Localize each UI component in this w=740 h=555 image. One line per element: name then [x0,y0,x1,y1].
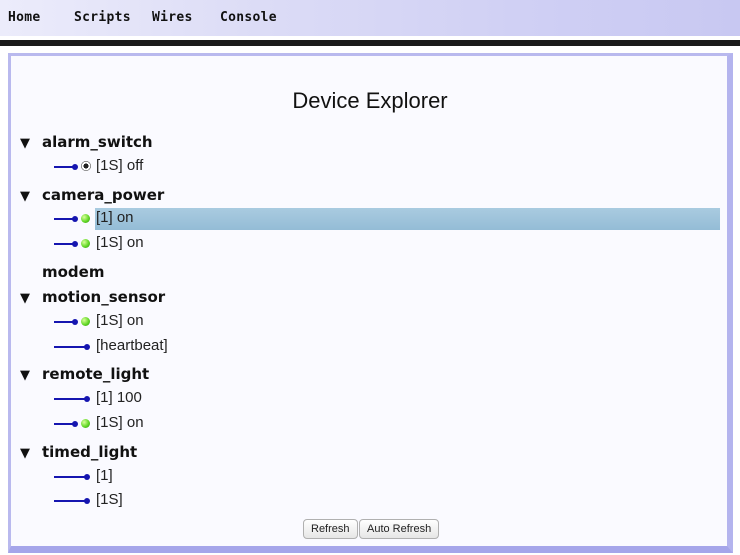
channel-label: [1] [96,467,113,484]
nav-divider-dark [0,40,740,46]
channel-row[interactable]: [1S] off [54,156,720,178]
wire-connector-icon [54,344,90,350]
wire-endpoint-icon [72,216,78,222]
wire-connector-icon [54,216,78,222]
channel-label: [1S] on [96,234,144,251]
expand-triangle-icon[interactable]: ▼ [20,291,36,306]
status-led-on-icon [81,317,90,326]
wire-endpoint-icon [72,241,78,247]
channel-label: [1] 100 [96,389,142,406]
channel-label: [1S] off [96,157,144,174]
device-alarm-switch[interactable]: ▼ alarm_switch [20,133,153,151]
channel-row[interactable]: [1S] on [54,311,720,333]
refresh-button[interactable]: Refresh [303,519,358,539]
wire-endpoint-icon [72,421,78,427]
auto-refresh-button[interactable]: Auto Refresh [359,519,440,539]
device-timed-light[interactable]: ▼ timed_light [20,443,137,461]
wire-endpoint-icon [84,344,90,350]
channel-row[interactable]: [heartbeat] [54,336,720,358]
expand-triangle-icon[interactable]: ▼ [20,189,36,204]
expand-triangle-icon[interactable]: ▼ [20,136,36,151]
wire-connector-icon [54,396,90,402]
page-title: Device Explorer [292,88,448,113]
device-name: motion_sensor [42,288,166,306]
status-led-on-icon [81,239,90,248]
device-motion-sensor[interactable]: ▼ motion_sensor [20,288,165,306]
channel-label: [heartbeat] [96,337,168,354]
channel-label: [1S] [96,491,123,508]
channel-row-selected[interactable]: [1] on [54,208,720,230]
device-camera-power[interactable]: ▼ camera_power [20,186,164,204]
nav-scripts[interactable]: Scripts [74,10,131,25]
nav-console[interactable]: Console [220,10,277,25]
wire-connector-icon [54,498,90,504]
top-nav-bar: Home Scripts Wires Console [0,0,740,36]
expand-triangle-icon[interactable]: ▼ [20,446,36,461]
wire-endpoint-icon [84,396,90,402]
wire-connector-icon [54,474,90,480]
nav-wires[interactable]: Wires [152,10,193,25]
device-remote-light[interactable]: ▼ remote_light [20,365,149,383]
device-name: remote_light [42,365,150,383]
device-name: alarm_switch [42,133,153,151]
wire-endpoint-icon [84,498,90,504]
wire-endpoint-icon [84,474,90,480]
wire-endpoint-icon [72,164,78,170]
channel-row[interactable]: [1] [54,466,720,488]
expand-triangle-icon[interactable]: ▼ [20,368,36,383]
radio-off-icon [81,161,91,171]
wire-endpoint-icon [72,319,78,325]
wire-connector-icon [54,319,78,325]
channel-row[interactable]: [1S] [54,490,720,512]
channel-label: [1S] on [96,414,144,431]
device-name: modem [42,263,105,281]
device-name: timed_light [42,443,138,461]
channel-row[interactable]: [1] 100 [54,388,720,410]
wire-connector-icon [54,421,78,427]
device-modem[interactable]: modem [42,263,104,281]
nav-home[interactable]: Home [8,10,41,25]
wire-connector-icon [54,241,78,247]
status-led-on-icon [81,214,90,223]
channel-label: [1] on [96,209,134,226]
status-led-on-icon [81,419,90,428]
channel-row[interactable]: [1S] on [54,233,720,255]
channel-label: [1S] on [96,312,144,329]
wire-connector-icon [54,164,78,170]
channel-row[interactable]: [1S] on [54,413,720,435]
device-name: camera_power [42,186,165,204]
